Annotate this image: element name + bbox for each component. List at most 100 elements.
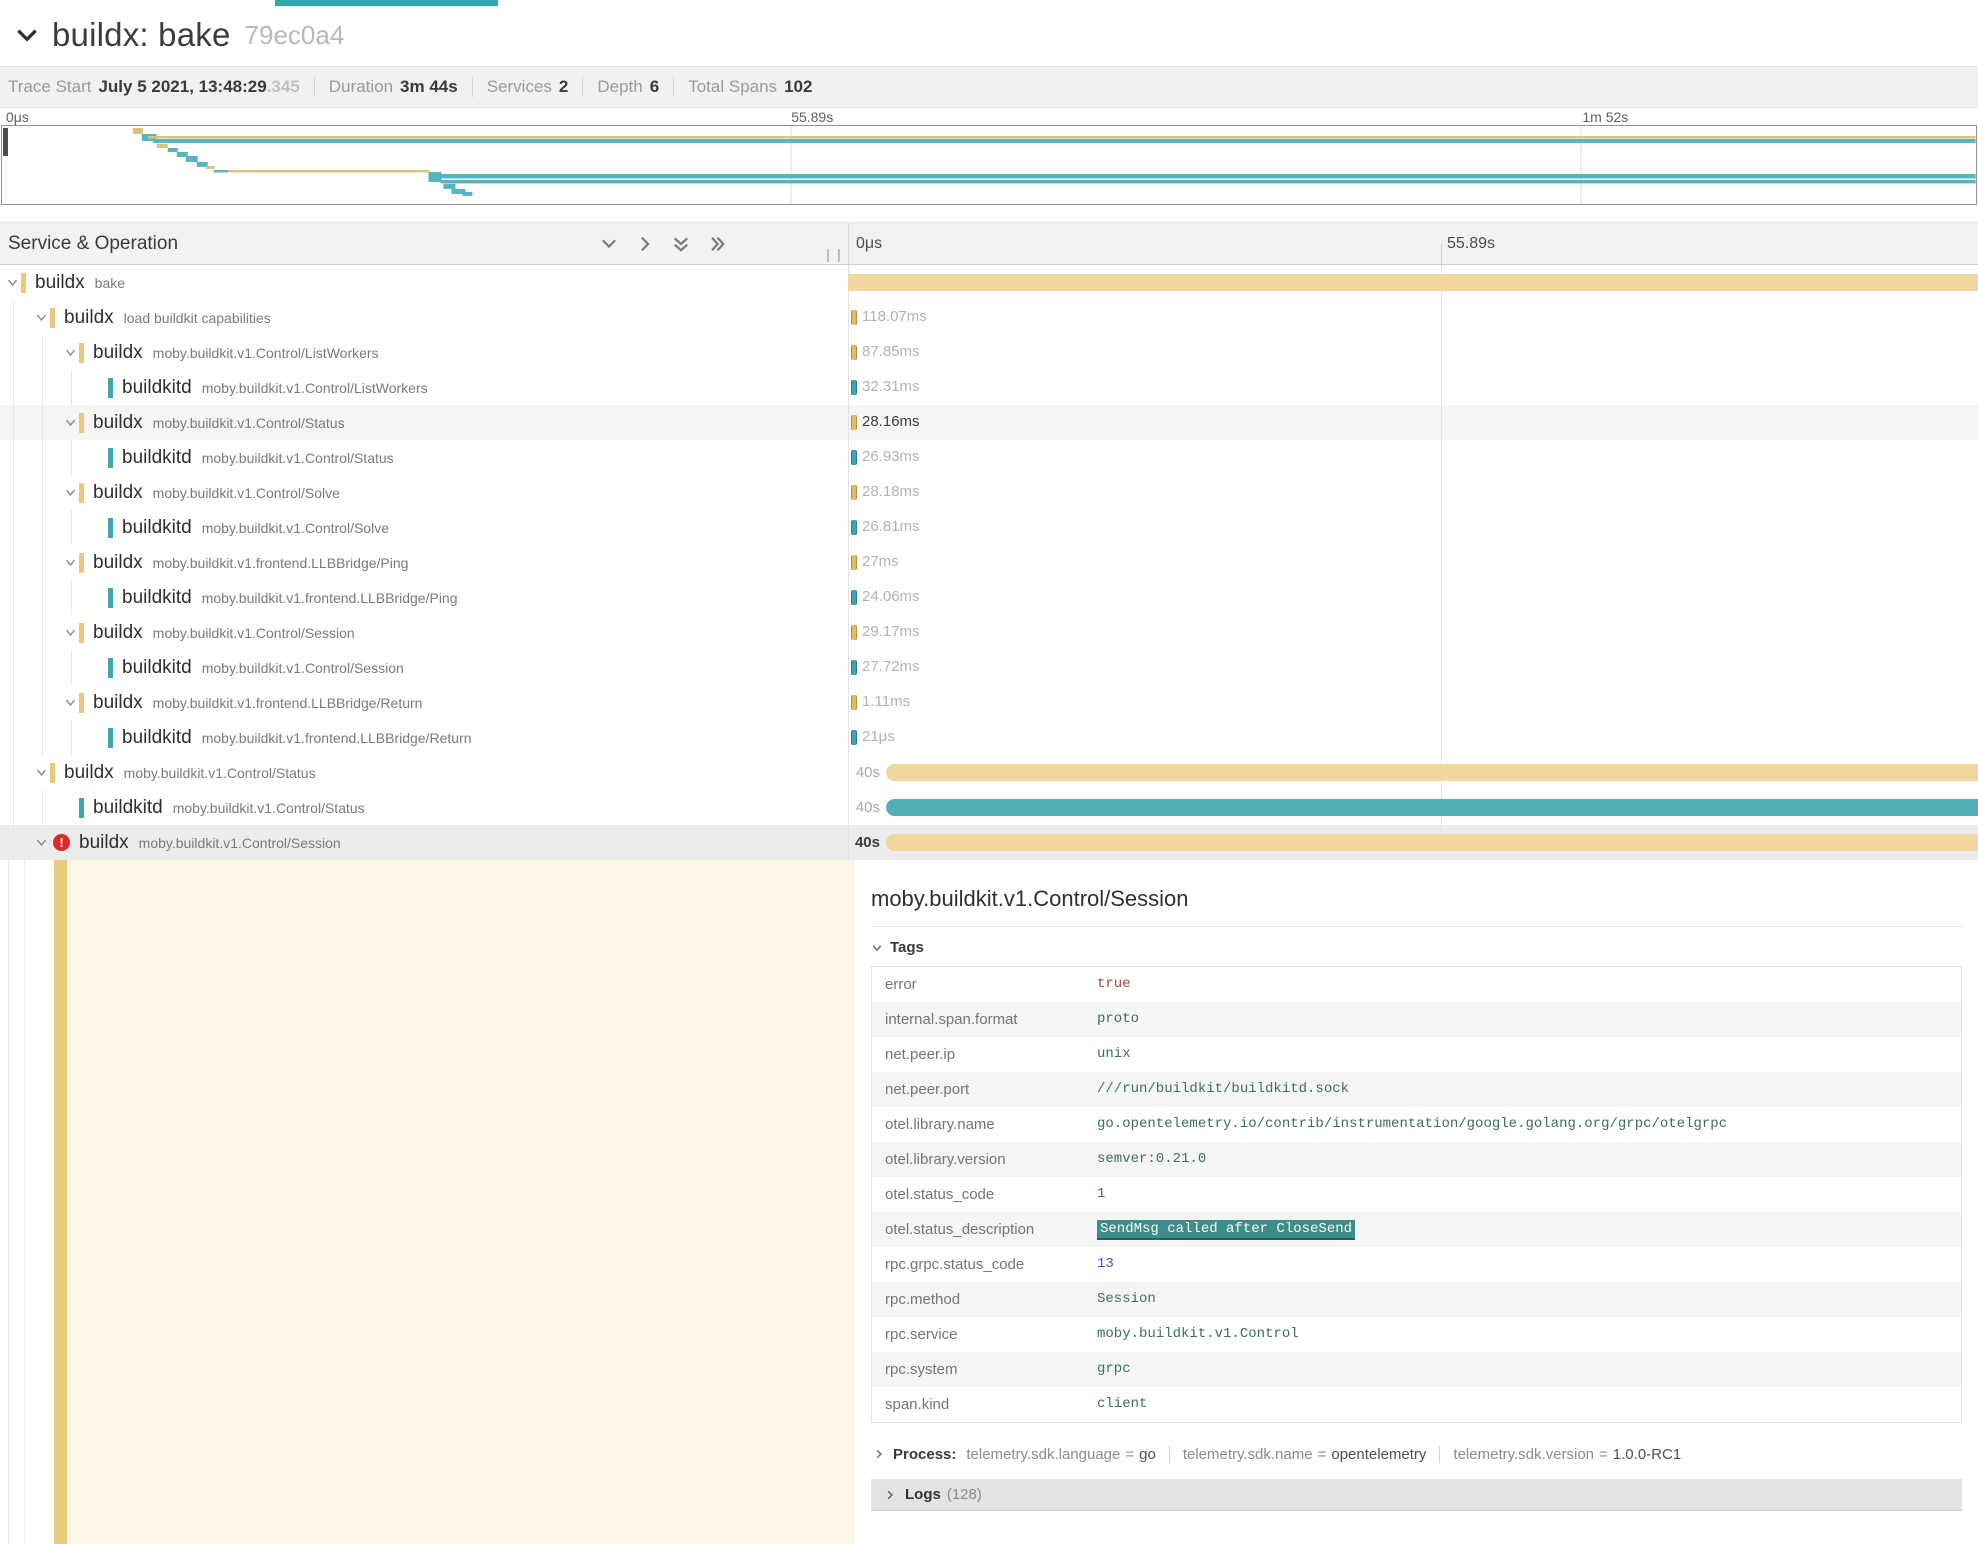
service-color-bar	[79, 623, 84, 643]
tag-value-text: proto	[1097, 1011, 1139, 1027]
trace-info-value-suffix: .345	[267, 77, 300, 97]
operation-name: moby.buildkit.v1.Control/Session	[153, 625, 355, 641]
service-name: buildkitd	[122, 447, 192, 469]
span-duration-label: 29.17ms	[862, 623, 920, 640]
tag-row: net.peer.ipunix	[872, 1037, 1962, 1072]
trace-info-item: Duration3m 44s	[314, 77, 458, 97]
tag-key: otel.status_description	[872, 1212, 1092, 1247]
service-color-bar	[79, 693, 84, 713]
tag-row: otel.status_code1	[872, 1177, 1962, 1212]
chevron-down-icon[interactable]	[33, 310, 49, 326]
tag-row: otel.status_descriptionSendMsg called af…	[872, 1212, 1962, 1247]
span-row[interactable]: buildkitdmoby.buildkit.v1.frontend.LLBBr…	[0, 720, 1978, 755]
span-bar	[851, 660, 857, 675]
collapse-all-icon[interactable]	[670, 233, 692, 255]
expand-all-icon[interactable]	[706, 233, 728, 255]
span-bar	[851, 380, 857, 395]
timeline-minimap[interactable]: 0μs55.89s1m 52s	[0, 108, 1978, 205]
tag-value: SendMsg called after CloseSend	[1091, 1212, 1962, 1247]
tag-value: client	[1091, 1387, 1962, 1423]
process-attr-value: 1.0.0-RC1	[1613, 1446, 1681, 1463]
chevron-down-icon[interactable]	[62, 415, 78, 431]
span-row[interactable]: buildkitdmoby.buildkit.v1.Control/ListWo…	[0, 370, 1978, 405]
span-row[interactable]: buildkitdmoby.buildkit.v1.Control/Sessio…	[0, 650, 1978, 685]
span-row[interactable]: buildx moby.buildkit.v1.Control/Session 29…	[0, 615, 1978, 650]
operation-name: moby.buildkit.v1.Control/ListWorkers	[202, 380, 428, 396]
span-row[interactable]: buildkitdmoby.buildkit.v1.Control/Status…	[0, 440, 1978, 475]
trace-info-label: Services	[487, 77, 552, 97]
collapse-trace-chevron-icon[interactable]	[14, 22, 40, 48]
tag-value-text: ///run/buildkit/buildkitd.sock	[1097, 1081, 1349, 1097]
service-name: buildkitd	[93, 797, 163, 819]
tree-indent-guides	[4, 370, 91, 405]
minimap-tick-label: 55.89s	[791, 109, 833, 125]
logs-section-toggle[interactable]: Logs (128)	[871, 1479, 1962, 1511]
span-row[interactable]: buildkitdmoby.buildkit.v1.frontend.LLBBr…	[0, 580, 1978, 615]
span-time-cell: 29.17ms	[848, 615, 1978, 650]
process-section-toggle[interactable]: Process: telemetry.sdk.language=goteleme…	[871, 1439, 1962, 1469]
span-row[interactable]: buildxmoby.buildkit.v1.Control/Status28.…	[0, 405, 1978, 440]
trace-info-value: July 5 2021, 13:48:29	[98, 77, 266, 97]
collapse-one-icon[interactable]	[598, 233, 620, 255]
tag-value-text: 13	[1097, 1256, 1114, 1272]
error-icon: !	[53, 834, 70, 851]
chevron-down-icon[interactable]	[62, 555, 78, 571]
span-row[interactable]: buildkitdmoby.buildkit.v1.Control/Solve2…	[0, 510, 1978, 545]
span-row[interactable]: buildxmoby.buildkit.v1.frontend.LLBBridg…	[0, 685, 1978, 720]
span-row[interactable]: buildxmoby.buildkit.v1.Control/ListWorke…	[0, 335, 1978, 370]
span-row[interactable]: !buildxmoby.buildkit.v1.Control/Session4…	[0, 825, 1978, 860]
minimap-tick-label: 0μs	[6, 109, 29, 125]
tag-row: errortrue	[872, 967, 1962, 1003]
span-duration-label: 24.06ms	[862, 588, 920, 605]
chevron-down-icon[interactable]	[33, 835, 49, 851]
service-color-bar	[79, 553, 84, 573]
service-operation-header-label: Service & Operation	[8, 233, 178, 255]
chevron-down-icon[interactable]	[4, 275, 20, 291]
page-title: buildx: bake	[52, 16, 231, 54]
expand-one-icon[interactable]	[634, 233, 656, 255]
tag-row: rpc.systemgrpc	[872, 1352, 1962, 1387]
span-name-cell: buildxmoby.buildkit.v1.Control/ListWorke…	[0, 335, 848, 370]
chevron-down-icon[interactable]	[62, 695, 78, 711]
chevron-down-icon[interactable]	[33, 765, 49, 781]
service-name: buildx	[93, 412, 143, 434]
process-attr-value: opentelemetry	[1331, 1446, 1426, 1463]
span-name-cell: buildxbake	[0, 265, 848, 300]
chevron-down-icon[interactable]	[62, 345, 78, 361]
operation-name: bake	[95, 275, 125, 291]
span-row[interactable]: buildxbake	[0, 265, 1978, 300]
loading-indicator-strip	[275, 0, 498, 6]
chevron-down-icon[interactable]	[62, 625, 78, 641]
span-time-cell: 87.85ms	[848, 335, 1978, 370]
chevron-spacer	[62, 800, 78, 816]
tree-controls	[598, 233, 728, 255]
span-row[interactable]: buildxmoby.buildkit.v1.Control/Status40s	[0, 755, 1978, 790]
trace-info-item: Depth6	[582, 77, 659, 97]
tag-value: true	[1091, 967, 1962, 1003]
tag-value-text: unix	[1097, 1046, 1131, 1062]
tag-value-text: client	[1097, 1396, 1147, 1412]
span-duration-label: 118.07ms	[862, 308, 927, 325]
tag-value: ///run/buildkit/buildkitd.sock	[1091, 1072, 1962, 1107]
span-row[interactable]: buildxmoby.buildkit.v1.frontend.LLBBridg…	[0, 545, 1978, 580]
span-row[interactable]: buildkitdmoby.buildkit.v1.Control/Status…	[0, 790, 1978, 825]
trace-info-value: 2	[559, 77, 568, 97]
span-name-cell: buildkitdmoby.buildkit.v1.Control/Status	[0, 790, 848, 825]
chevron-down-icon[interactable]	[62, 485, 78, 501]
minimap-tick-labels: 0μs55.89s1m 52s	[0, 108, 1978, 125]
process-attr-key: telemetry.sdk.name	[1183, 1446, 1313, 1463]
span-name-cell: buildxmoby.buildkit.v1.Control/Status	[0, 405, 848, 440]
tags-section-toggle[interactable]: Tags	[871, 939, 1962, 956]
tags-section-label: Tags	[890, 939, 924, 956]
span-name-cell: buildkitdmoby.buildkit.v1.Control/ListWo…	[0, 370, 848, 405]
column-resizer-grip[interactable]	[827, 249, 840, 262]
span-row[interactable]: buildxload buildkit capabilities118.07ms	[0, 300, 1978, 335]
minimap-canvas[interactable]	[1, 125, 1977, 205]
span-time-cell: 28.16ms	[848, 405, 1978, 440]
span-time-cell: 40s	[848, 755, 1978, 790]
tag-value-text: semver:0.21.0	[1097, 1151, 1206, 1167]
trace-title-bar: buildx: bake 79ec0a4	[0, 0, 1978, 66]
span-row[interactable]: buildxmoby.buildkit.v1.Control/Solve28.1…	[0, 475, 1978, 510]
service-name: buildx	[93, 622, 143, 644]
process-attr-value: go	[1139, 1446, 1156, 1463]
